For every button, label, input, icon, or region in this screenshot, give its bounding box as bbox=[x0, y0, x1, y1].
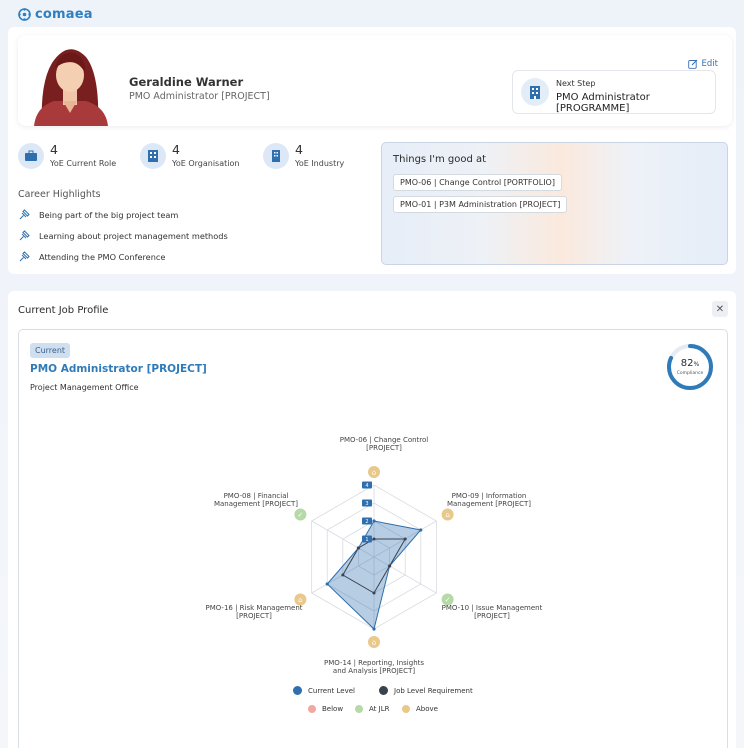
requirement-point bbox=[372, 591, 376, 595]
stat-yoe-industry: 4 YoE Industry bbox=[263, 143, 344, 169]
requirement-point bbox=[372, 537, 376, 541]
career-highlight-item: Learning about project management method… bbox=[18, 229, 228, 242]
legend-at-jlr: At JLR bbox=[355, 705, 389, 713]
status-marker-glyph: ⌂ bbox=[445, 511, 449, 519]
radar-axis-label: PMO-14 | Reporting, Insights and Analysis… bbox=[323, 659, 425, 675]
radar-axis-label: PMO-09 | Information Management [PROJECT] bbox=[446, 492, 532, 508]
stat-label: YoE Organisation bbox=[172, 159, 240, 168]
edit-label: Edit bbox=[701, 59, 718, 69]
career-highlight-item: Attending the PMO Conference bbox=[18, 250, 165, 263]
close-button[interactable]: ✕ bbox=[712, 301, 728, 317]
logo-icon bbox=[18, 8, 31, 21]
stat-yoe-current-role: 4 YoE Current Role bbox=[18, 143, 116, 169]
radar-axis-label: PMO-16 | Risk Management [PROJECT] bbox=[205, 604, 303, 620]
career-highlight-text: Attending the PMO Conference bbox=[39, 251, 166, 262]
legend-below: Below bbox=[308, 705, 343, 713]
radar-level-label: 4 bbox=[365, 483, 368, 489]
legend-swatch bbox=[308, 705, 316, 713]
edit-icon bbox=[687, 59, 697, 69]
status-marker-glyph: ⌂ bbox=[372, 639, 376, 647]
current-level-point bbox=[372, 519, 376, 523]
legend-swatch bbox=[355, 705, 363, 713]
profile-header-card: Geraldine Warner PMO Administrator [PROJ… bbox=[18, 35, 732, 126]
radar-level-label: 1 bbox=[365, 537, 368, 543]
legend-current-level: Current Level bbox=[293, 686, 355, 695]
radar-axis-label: PMO-10 | Issue Management [PROJECT] bbox=[441, 604, 543, 620]
status-marker-glyph: ⌂ bbox=[298, 596, 302, 604]
office-icon bbox=[263, 143, 289, 169]
career-highlight-text: Learning about project management method… bbox=[39, 230, 228, 241]
career-highlights-title: Career Highlights bbox=[18, 189, 101, 200]
briefcase-icon bbox=[18, 143, 44, 169]
requirement-point bbox=[403, 537, 407, 541]
building-icon bbox=[140, 143, 166, 169]
section-title: Current Job Profile bbox=[18, 305, 109, 316]
stat-value: 4 bbox=[50, 142, 58, 157]
pin-icon bbox=[19, 230, 30, 241]
legend-swatch bbox=[402, 705, 410, 713]
next-step-label: Next Step bbox=[556, 79, 596, 88]
skill-tag[interactable]: PMO-06 | Change Control [PORTFOLIO] bbox=[393, 174, 562, 191]
legend-swatch bbox=[379, 686, 388, 695]
career-highlight-item: Being part of the big project team bbox=[18, 208, 178, 221]
user-name: Geraldine Warner bbox=[129, 75, 244, 89]
stat-label: YoE Current Role bbox=[50, 159, 117, 168]
stat-value: 4 bbox=[295, 142, 303, 157]
radar-level-label: 3 bbox=[365, 501, 368, 507]
next-step-value: PMO Administrator [PROGRAMME] bbox=[556, 92, 650, 114]
radar-level-label: 2 bbox=[365, 519, 368, 525]
current-job-profile-section: Current Job Profile ✕ Current PMO Admini… bbox=[8, 291, 736, 748]
skill-tag[interactable]: PMO-01 | P3M Administration [PROJECT] bbox=[393, 196, 568, 213]
pin-icon bbox=[19, 251, 30, 262]
requirement-point bbox=[341, 573, 345, 577]
status-marker-glyph: ✓ bbox=[297, 511, 303, 519]
current-level-point bbox=[325, 582, 329, 586]
legend-above: Above bbox=[402, 705, 438, 713]
user-role: PMO Administrator [PROJECT] bbox=[129, 91, 270, 102]
building-icon bbox=[521, 78, 549, 106]
stat-label: YoE Industry bbox=[295, 159, 345, 168]
stat-value: 4 bbox=[172, 142, 180, 157]
requirement-point bbox=[388, 564, 392, 568]
edit-button[interactable]: Edit bbox=[687, 59, 718, 69]
pin-icon bbox=[19, 209, 30, 220]
legend-swatch bbox=[293, 686, 302, 695]
radar-axis-label: PMO-08 | Financial Management [PROJECT] bbox=[213, 492, 299, 508]
stat-yoe-organisation: 4 YoE Organisation bbox=[140, 143, 239, 169]
requirement-point bbox=[356, 546, 360, 550]
status-marker-glyph: ✓ bbox=[445, 596, 451, 604]
things-good-at-title: Things I'm good at bbox=[393, 154, 487, 165]
next-step-card[interactable]: Next Step PMO Administrator [PROGRAMME] bbox=[512, 70, 716, 114]
radar-chart: 1 2 3 4 ⌂ ⌂ ✓ ⌂ ⌂ ✓ bbox=[294, 466, 454, 648]
logo-text: comaea bbox=[35, 7, 93, 22]
current-level-area bbox=[326, 520, 422, 630]
things-good-at-panel: Things I'm good at PMO-06 | Change Contr… bbox=[381, 142, 728, 265]
radar-axis-label: PMO-06 | Change Control [PROJECT] bbox=[339, 436, 429, 452]
profile-section: Geraldine Warner PMO Administrator [PROJ… bbox=[8, 27, 736, 274]
current-level-point bbox=[372, 627, 376, 631]
current-level-point bbox=[419, 528, 423, 532]
app-logo[interactable]: comaea bbox=[18, 7, 93, 22]
career-highlight-text: Being part of the big project team bbox=[39, 209, 179, 220]
job-profile-card: Current PMO Administrator [PROJECT] Proj… bbox=[18, 329, 728, 748]
avatar bbox=[28, 35, 112, 126]
close-icon: ✕ bbox=[715, 303, 725, 315]
legend-job-level-requirement: Job Level Requirement bbox=[379, 686, 473, 695]
status-marker-glyph: ⌂ bbox=[372, 469, 376, 477]
